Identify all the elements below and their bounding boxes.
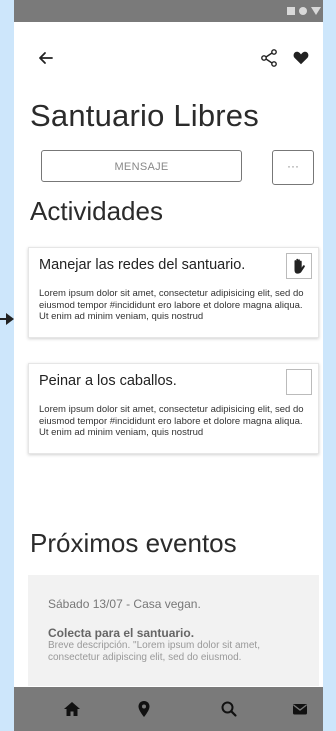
search-icon[interactable] (219, 699, 239, 719)
activity-card[interactable]: Peinar a los caballos. Lorem ipsum dolor… (28, 363, 319, 454)
status-icons (287, 7, 321, 15)
event-card[interactable]: Sábado 13/07 - Casa vegan. Colecta para … (28, 575, 319, 686)
mail-icon[interactable] (290, 699, 310, 719)
page-title: Santuario Libres (30, 98, 259, 133)
volunteer-toggle[interactable] (286, 369, 312, 395)
back-arrow-icon[interactable] (36, 48, 56, 68)
event-description: Breve descripción. "Lorem ipsum dolor si… (48, 640, 260, 663)
home-icon[interactable] (62, 699, 82, 719)
status-bar (14, 0, 323, 22)
activity-title: Manejar las redes del santuario. (39, 257, 246, 273)
bottom-navigation (14, 687, 323, 731)
activity-card[interactable]: Manejar las redes del santuario. Lorem i… (28, 247, 319, 338)
event-date: Sábado 13/07 - Casa vegan. (48, 597, 201, 611)
activity-title: Peinar a los caballos. (39, 373, 177, 389)
event-name: Colecta para el santuario. (48, 626, 195, 640)
signal-icon (299, 7, 307, 15)
message-button[interactable]: MENSAJE (41, 150, 242, 182)
hand-icon (294, 258, 305, 274)
heart-icon[interactable] (292, 49, 310, 67)
flow-arrow-icon (0, 313, 14, 325)
top-app-bar (14, 44, 323, 74)
activities-heading: Actividades (30, 196, 163, 226)
more-options-button[interactable]: ··· (272, 150, 314, 185)
events-heading: Próximos eventos (30, 528, 237, 558)
location-icon[interactable] (134, 699, 154, 719)
share-icon[interactable] (259, 48, 279, 68)
activity-description: Lorem ipsum dolor sit amet, consectetur … (39, 404, 304, 438)
activity-description: Lorem ipsum dolor sit amet, consectetur … (39, 288, 304, 322)
wifi-icon (311, 7, 321, 15)
phone-screen: Santuario Libres MENSAJE ··· Actividades… (14, 0, 323, 731)
volunteer-toggle[interactable] (286, 253, 312, 279)
notification-icon (287, 7, 295, 15)
